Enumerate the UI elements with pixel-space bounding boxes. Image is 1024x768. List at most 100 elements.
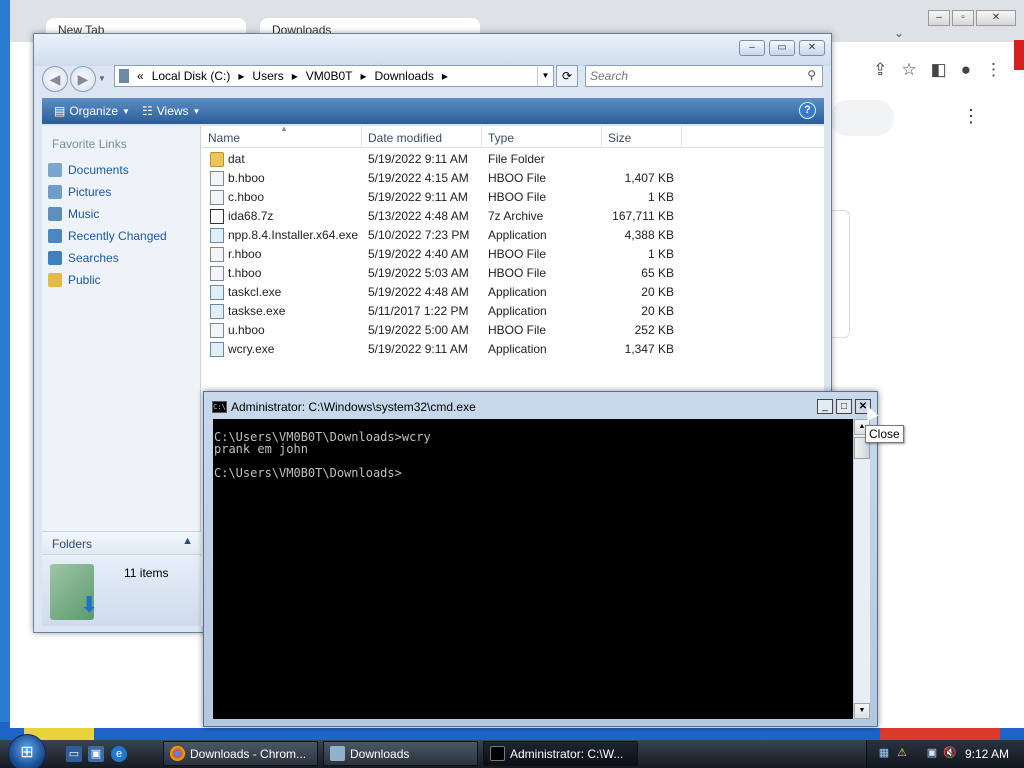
column-label: Date modified — [368, 131, 443, 145]
chevron-down-icon: ▼ — [192, 106, 201, 116]
show-desktop-icon[interactable]: ▭ — [66, 746, 82, 762]
forward-button[interactable]: ▶ — [70, 66, 96, 92]
table-row[interactable]: r.hboo 5/19/2022 4:40 AM HBOO File 1 KB — [202, 245, 824, 264]
language-bar-icon[interactable]: ▦ — [877, 746, 891, 760]
cmd-minimize-button[interactable]: _ — [817, 399, 833, 414]
views-button[interactable]: ☷ Views ▼ — [142, 104, 200, 118]
internet-explorer-icon[interactable]: e — [111, 746, 127, 762]
start-button[interactable]: ⊞ — [8, 734, 46, 768]
nav-item-pictures[interactable]: Pictures — [48, 182, 111, 202]
task-label: Downloads — [350, 747, 410, 761]
nav-item-public[interactable]: Public — [48, 270, 101, 290]
network-icon[interactable]: ▣ — [925, 746, 939, 760]
file-type: 7z Archive — [488, 209, 544, 223]
cmd-titlebar[interactable]: C:\ Administrator: C:\Windows\system32\c… — [212, 400, 476, 414]
clock[interactable]: 9:12 AM — [965, 747, 1009, 761]
table-row[interactable]: npp.8.4.Installer.x64.exe 5/10/2022 7:23 … — [202, 226, 824, 245]
file-size: 1 KB — [647, 190, 674, 204]
column-header-date[interactable]: Date modified — [362, 126, 482, 148]
chrome-close-button[interactable]: ✕ — [976, 10, 1016, 26]
explorer-minimize-button[interactable]: – — [739, 40, 765, 56]
back-button[interactable]: ◀ — [42, 66, 68, 92]
file-icon — [210, 323, 224, 338]
chevron-down-icon: ▼ — [122, 106, 130, 116]
refresh-icon[interactable]: ⟳ — [556, 65, 578, 87]
table-row[interactable]: ida68.7z 5/13/2022 4:48 AM 7z Archive 167,7… — [202, 207, 824, 226]
task-explorer[interactable]: Downloads — [323, 741, 478, 766]
security-alert-icon[interactable]: ⚠ — [895, 746, 909, 760]
folders-toggle[interactable]: Folders ▲ — [42, 531, 201, 555]
table-row[interactable]: taskcl.exe 5/19/2022 4:48 AM Application 20… — [202, 283, 824, 302]
column-header-size[interactable]: Size — [602, 126, 682, 148]
chevron-right-icon[interactable]: ▸ — [292, 69, 298, 83]
nav-item-searches[interactable]: Searches — [48, 248, 119, 268]
address-dropdown-icon[interactable]: ▼ — [537, 66, 553, 86]
table-row[interactable]: c.hboo 5/19/2022 9:11 AM HBOO File 1 KB — [202, 188, 824, 207]
archive-icon — [210, 209, 224, 224]
nav-item-music[interactable]: Music — [48, 204, 99, 224]
file-date: 5/19/2022 5:03 AM — [368, 266, 469, 280]
breadcrumb-item[interactable]: Downloads — [375, 69, 434, 83]
table-row[interactable]: wcry.exe 5/19/2022 9:11 AM Application 1,34… — [202, 340, 824, 359]
breadcrumb-overflow-icon[interactable]: « — [137, 69, 144, 83]
task-chrome[interactable]: Downloads - Chrom... — [163, 741, 318, 766]
cmd-maximize-button[interactable]: □ — [836, 399, 852, 414]
nav-item-recently-changed[interactable]: Recently Changed — [48, 226, 167, 246]
file-icon — [210, 190, 224, 205]
file-name: b.hboo — [228, 171, 265, 185]
table-row[interactable]: u.hboo 5/19/2022 5:00 AM HBOO File 252 KB — [202, 321, 824, 340]
search-input[interactable]: Search ⚲ — [585, 65, 823, 87]
item-count: 11 items — [124, 566, 169, 580]
chrome-menu-icon[interactable]: ⋮ — [985, 60, 1002, 80]
nav-item-documents[interactable]: Documents — [48, 160, 129, 180]
views-icon: ☷ — [141, 104, 153, 118]
organize-button[interactable]: ▤ Organize ▼ — [54, 104, 130, 118]
column-header-name[interactable]: Name ▲ — [202, 124, 362, 148]
table-row[interactable]: b.hboo 5/19/2022 4:15 AM HBOO File 1,407 KB — [202, 169, 824, 188]
folder-icon — [210, 152, 224, 167]
file-type: Application — [488, 304, 547, 318]
table-row[interactable]: taskse.exe 5/11/2017 1:22 PM Application 20… — [202, 302, 824, 321]
chevron-right-icon[interactable]: ▸ — [360, 69, 366, 83]
recent-pages-icon[interactable]: ▼ — [98, 74, 106, 83]
share-icon[interactable]: ⇪ — [873, 60, 887, 80]
console-line: C:\Users\VM0B0T\Downloads> — [214, 466, 402, 480]
file-size: 65 KB — [641, 266, 674, 280]
file-name: u.hboo — [228, 323, 265, 337]
page-logo-fragment — [1014, 40, 1024, 70]
help-icon[interactable]: ? — [799, 102, 816, 119]
chrome-maximize-button[interactable]: ▫ — [952, 10, 974, 26]
profile-avatar-icon[interactable]: ● — [961, 60, 971, 80]
column-label: Type — [488, 131, 515, 145]
breadcrumb-item[interactable]: Local Disk (C:) — [152, 69, 231, 83]
cmd-scrollbar[interactable]: ▲ ▼ — [853, 419, 870, 719]
bookmark-star-icon[interactable]: ☆ — [901, 60, 916, 80]
breadcrumb-item[interactable]: Users — [252, 69, 283, 83]
breadcrumb-item[interactable]: VM0B0T — [306, 69, 353, 83]
task-cmd[interactable]: Administrator: C:\W... — [483, 741, 638, 766]
chrome-minimize-button[interactable]: – — [928, 10, 950, 26]
side-panel-icon[interactable]: ◧ — [931, 60, 947, 80]
scroll-down-icon[interactable]: ▼ — [854, 703, 870, 719]
explorer-maximize-button[interactable]: ▭ — [769, 40, 795, 56]
table-row[interactable]: dat 5/19/2022 9:11 AM File Folder — [202, 150, 824, 169]
explorer-titlebar[interactable] — [34, 34, 831, 66]
chevron-right-icon[interactable]: ▸ — [442, 69, 448, 83]
searches-icon — [48, 251, 62, 265]
chrome-tab-search-icon[interactable]: ⌄ — [894, 26, 904, 40]
volume-muted-icon[interactable]: 🔇 — [943, 746, 957, 760]
file-type: HBOO File — [488, 190, 547, 204]
console-output[interactable]: C:\Users\VM0B0T\Downloads>wcry prank em j… — [213, 419, 853, 719]
column-header-type[interactable]: Type — [482, 126, 602, 148]
search-icon[interactable]: ⚲ — [807, 68, 816, 82]
file-type: HBOO File — [488, 323, 547, 337]
chrome-search-pill[interactable] — [830, 100, 894, 136]
explorer-window-controls: – ▭ ✕ — [739, 40, 825, 56]
explorer-close-button[interactable]: ✕ — [799, 40, 825, 56]
file-date: 5/19/2022 5:00 AM — [368, 323, 469, 337]
chevron-right-icon[interactable]: ▸ — [238, 69, 244, 83]
address-bar[interactable]: « Local Disk (C:) ▸ Users ▸ VM0B0T ▸ Dow… — [114, 65, 554, 87]
switch-windows-icon[interactable]: ▣ — [88, 746, 104, 762]
table-row[interactable]: t.hboo 5/19/2022 5:03 AM HBOO File 65 KB — [202, 264, 824, 283]
page-more-icon[interactable]: ⋮ — [962, 106, 980, 127]
